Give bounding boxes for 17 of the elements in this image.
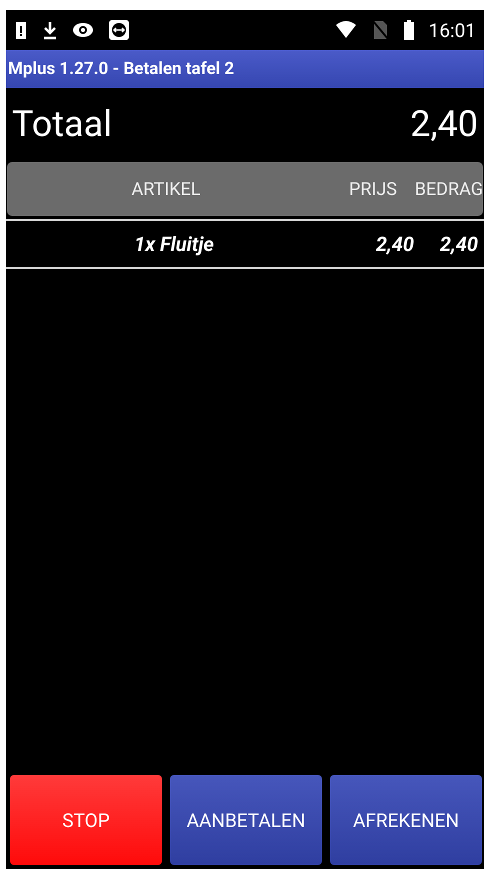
action-button[interactable]: AANBETALEN [170, 775, 322, 865]
download-icon [42, 19, 58, 41]
column-header: BEDRAG [414, 178, 483, 200]
battery-icon [402, 19, 415, 41]
column-header: PRIJS [348, 178, 397, 200]
action-button[interactable]: STOP [10, 775, 162, 865]
window-title: Mplus 1.27.0 - Betalen tafel 2 [6, 50, 484, 88]
status-time: 16:01 [428, 18, 476, 42]
remote-app-icon [108, 19, 130, 41]
total-label: Totaal [12, 103, 112, 145]
alert-battery-icon [14, 19, 28, 41]
total-value: 2,40 [410, 103, 478, 145]
column-header: ARTIKEL [130, 178, 202, 200]
table-cell-text: 1x Fluitje [133, 232, 215, 256]
action-button[interactable]: AFREKENEN [330, 775, 482, 865]
table-cell-text: 2,40 [374, 232, 414, 256]
table-cell-text: 2,40 [438, 232, 478, 256]
